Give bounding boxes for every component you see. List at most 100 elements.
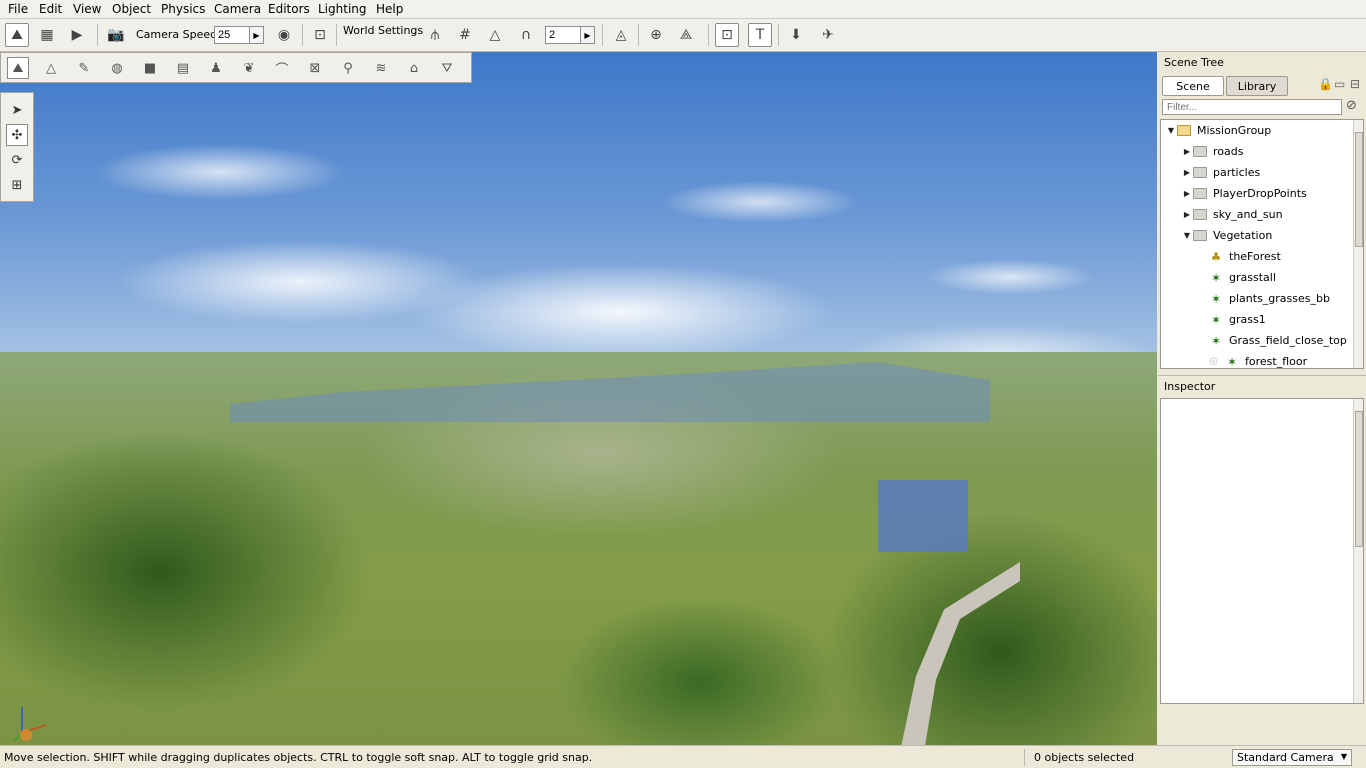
world-settings-button[interactable]: World Settings	[343, 24, 423, 37]
expand-icon[interactable]: ▶	[1181, 168, 1193, 177]
folder-icon	[1193, 167, 1207, 178]
camera-mode-select[interactable]: Standard Camera ▼	[1232, 749, 1352, 766]
chevron-down-icon: ▼	[1340, 752, 1347, 761]
world-editor-icon[interactable]: ⛰	[5, 23, 29, 47]
sketch-tool-icon[interactable]: ■	[139, 57, 161, 79]
grass-icon: ✶	[1226, 354, 1238, 369]
menu-object[interactable]: Object	[112, 2, 151, 16]
folder-icon	[1193, 146, 1207, 157]
expand-icon[interactable]: ▶	[1181, 147, 1193, 156]
material-editor-icon[interactable]: ◍	[106, 57, 128, 79]
tree-item-playerdroppoints[interactable]: ▶ PlayerDropPoints	[1181, 183, 1363, 204]
snap-bounds-icon[interactable]: △	[483, 23, 507, 47]
camera-mode-label: Standard Camera	[1237, 751, 1334, 764]
river-editor-icon[interactable]: ⚲	[337, 57, 359, 79]
transform-space-icon[interactable]: ⟁	[674, 23, 698, 47]
3d-viewport[interactable]	[0, 52, 1157, 745]
expand-icon[interactable]: ▶	[1181, 210, 1193, 219]
camera-speed-arrow-icon[interactable]: ▶	[250, 26, 264, 44]
scene-tree-scrollbar[interactable]	[1353, 120, 1363, 368]
inspector-content[interactable]	[1160, 398, 1364, 704]
tree-item-label: theForest	[1229, 250, 1281, 263]
object-editor-icon[interactable]: ⛰	[7, 57, 29, 79]
decal-editor-icon[interactable]: ♟	[205, 57, 227, 79]
grid-snap-icon[interactable]: #	[453, 23, 477, 47]
road-editor-icon[interactable]: ≋	[370, 57, 392, 79]
camera-speed-input[interactable]	[214, 26, 250, 44]
scale-gizmo-icon[interactable]: ⊞	[6, 174, 28, 196]
magnet-icon[interactable]: ∩	[514, 23, 538, 47]
play-icon[interactable]: ▶	[65, 23, 89, 47]
object-center-icon[interactable]: ⊕	[644, 23, 668, 47]
tree-item-sky-and-sun[interactable]: ▶ sky_and_sun	[1181, 204, 1363, 225]
mesh-road-icon[interactable]: ⌒	[271, 57, 293, 79]
collapse-icon[interactable]: ▼	[1181, 231, 1193, 240]
collapse-icon[interactable]: ▼	[1165, 126, 1177, 135]
tree-item-plants-grasses-bb[interactable]: ✶ plants_grasses_bb	[1209, 288, 1363, 309]
menu-editors[interactable]: Editors	[268, 2, 310, 16]
menu-file[interactable]: File	[8, 2, 28, 16]
tree-item-grasstall[interactable]: ✶ grasstall	[1209, 267, 1363, 288]
visibility-eye-icon[interactable]: ◉	[272, 23, 296, 47]
new-folder-icon[interactable]: ▭	[1334, 77, 1345, 91]
drop-object-icon[interactable]: ⬇	[784, 23, 808, 47]
camera-bookmark-icon[interactable]: ⊡	[308, 23, 332, 47]
select-arrow-icon[interactable]: ➤	[6, 99, 28, 121]
terrain-editor-icon[interactable]: △	[40, 57, 62, 79]
snap-mode-icon[interactable]: ◬	[609, 23, 633, 47]
tree-item-forest-floor[interactable]: ◎ ✶ forest_floor	[1209, 351, 1363, 369]
menu-lighting[interactable]: Lighting	[318, 2, 367, 16]
camera-icon[interactable]: 📷	[104, 23, 128, 47]
lock-icon[interactable]: 🔒	[1318, 77, 1333, 91]
terrain-painter-icon[interactable]: ✎	[73, 57, 95, 79]
tree-item-vegetation[interactable]: ▼ Vegetation	[1181, 225, 1363, 246]
gui-editor-icon[interactable]: ▦	[35, 23, 59, 47]
scene-tree-title: Scene Tree	[1164, 56, 1224, 69]
tree-item-particles[interactable]: ▶ particles	[1181, 162, 1363, 183]
delete-icon[interactable]: ⊟	[1350, 77, 1360, 91]
scene-filter-input[interactable]	[1162, 99, 1342, 115]
menu-edit[interactable]: Edit	[39, 2, 62, 16]
scrollbar-thumb[interactable]	[1355, 132, 1363, 247]
datablock-editor-icon[interactable]: ▤	[172, 57, 194, 79]
tree-item-grass-field-close-top[interactable]: ✶ Grass_field_close_top	[1209, 330, 1363, 351]
inspector-scrollbar[interactable]	[1353, 399, 1363, 703]
convex-editor-icon[interactable]: ⊠	[304, 57, 326, 79]
snap-size-input[interactable]	[545, 26, 581, 44]
snap-size-arrow-icon[interactable]: ▶	[581, 26, 595, 44]
clear-filter-icon[interactable]: ⊘	[1346, 98, 1357, 113]
select-icon[interactable]: ⊡	[715, 23, 739, 47]
snap-terrain-icon[interactable]: ⫛	[423, 23, 447, 47]
tree-item-roads[interactable]: ▶ roads	[1181, 141, 1363, 162]
scene-tree: ▼ MissionGroup ▶ roads ▶ particles ▶ PlayerD…	[1160, 119, 1364, 369]
text-icon[interactable]: T	[748, 23, 772, 47]
transform-tools: ➤ ✣ ⟳ ⊞	[0, 92, 34, 202]
folder-open-icon	[1177, 125, 1191, 136]
tab-library[interactable]: Library	[1226, 76, 1288, 96]
tree-item-label: plants_grasses_bb	[1229, 292, 1330, 305]
camera-speed-label: Camera Speed	[136, 28, 218, 41]
navmesh-editor-icon[interactable]: ⛛	[436, 57, 458, 79]
separator	[602, 24, 603, 46]
menu-view[interactable]: View	[73, 2, 101, 16]
tree-item-theforest[interactable]: ♣ theForest	[1209, 246, 1363, 267]
hidden-eye-icon[interactable]: ◎	[1209, 356, 1225, 367]
separator	[1024, 749, 1025, 766]
forest-editor-icon[interactable]: ❦	[238, 57, 260, 79]
menu-help[interactable]: Help	[376, 2, 403, 16]
tree-item-label: grass1	[1229, 313, 1266, 326]
scrollbar-thumb[interactable]	[1355, 411, 1363, 547]
rotate-gizmo-icon[interactable]: ⟳	[6, 149, 28, 171]
tree-item-missiongroup[interactable]: ▼ MissionGroup	[1165, 120, 1355, 141]
menu-physics[interactable]: Physics	[161, 2, 205, 16]
tab-scene[interactable]: Scene	[1162, 76, 1224, 96]
fit-view-icon[interactable]: ✈	[816, 23, 840, 47]
grass-icon: ✶	[1210, 312, 1222, 327]
expand-icon[interactable]: ▶	[1181, 189, 1193, 198]
menu-camera[interactable]: Camera	[214, 2, 261, 16]
move-gizmo-icon[interactable]: ✣	[6, 124, 28, 146]
tree-item-label: MissionGroup	[1197, 124, 1272, 137]
placeholder-block	[878, 480, 968, 552]
particle-editor-icon[interactable]: ⌂	[403, 57, 425, 79]
tree-item-grass1[interactable]: ✶ grass1	[1209, 309, 1363, 330]
